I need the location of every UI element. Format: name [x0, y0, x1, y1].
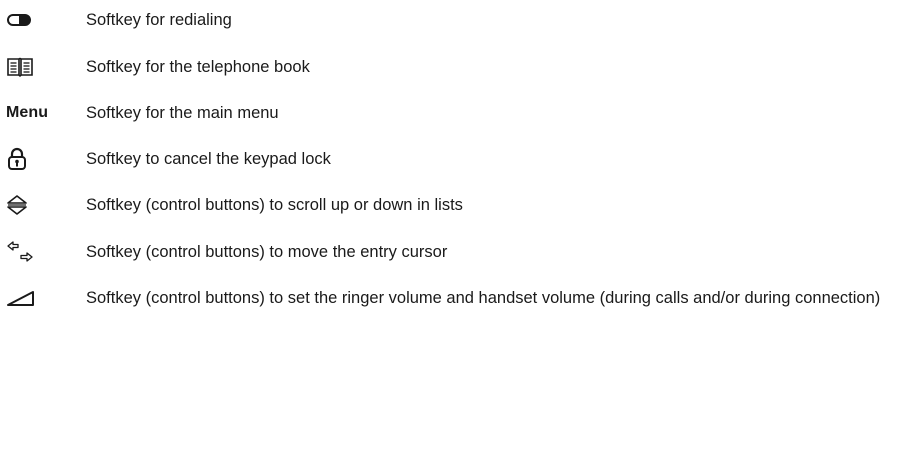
legend-description: Softkey (control buttons) to move the en… [86, 243, 448, 261]
softkey-legend: Softkey for redialing Softkey for the te… [0, 0, 919, 459]
legend-description: Softkey (control buttons) to set the rin… [86, 289, 881, 307]
menu-symbol-text: Menu [6, 104, 49, 121]
legend-description: Softkey for the main menu [86, 104, 279, 122]
legend-description: Softkey for redialing [86, 11, 232, 29]
volume-icon [6, 286, 70, 310]
legend-description: Softkey to cancel the keypad lock [86, 150, 331, 168]
scroll-up-down-icon [6, 193, 70, 217]
redial-icon [6, 8, 70, 32]
legend-description: Softkey for the telephone book [86, 58, 310, 76]
cursor-left-right-icon [6, 240, 70, 264]
menu-label: Menu [6, 101, 70, 125]
legend-description: Softkey (control buttons) to scroll up o… [86, 196, 463, 214]
padlock-icon [6, 147, 70, 171]
telephone-book-icon [6, 55, 70, 79]
